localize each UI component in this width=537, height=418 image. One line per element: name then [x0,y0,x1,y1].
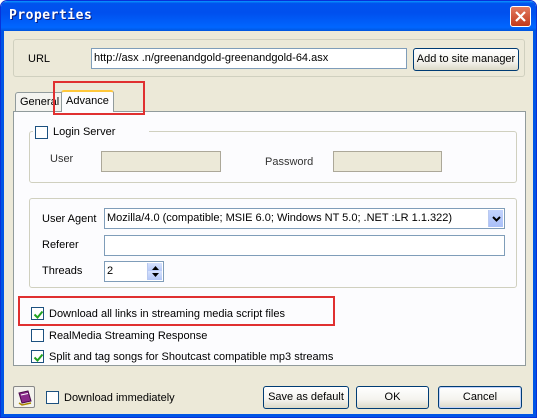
realmedia-streaming-checkbox[interactable] [31,329,44,342]
user-agent-combobox[interactable]: Mozilla/4.0 (compatible; MSIE 6.0; Windo… [104,208,505,229]
close-icon [515,11,526,22]
login-server-label: Login Server [53,126,116,138]
user-agent-value: Mozilla/4.0 (compatible; MSIE 6.0; Windo… [107,212,453,224]
save-as-default-button[interactable]: Save as default [263,386,349,409]
tab-advance-label: Advance [66,95,109,107]
threads-spinner[interactable]: 2 [104,261,164,282]
download-all-links-checkbox[interactable] [31,307,44,320]
tab-general[interactable]: General [15,92,65,112]
title-bar[interactable]: Properties [1,1,536,31]
user-agent-label: User Agent [42,213,97,225]
threads-label: Threads [42,265,83,277]
login-server-checkbox[interactable] [35,126,48,139]
download-immediately-label: Download immediately [64,392,175,404]
spin-down-button[interactable] [147,271,162,280]
threads-value: 2 [107,265,114,277]
tab-advance[interactable]: Advance [61,90,114,112]
window-frame-bottom [1,414,536,417]
split-tag-songs-label: Split and tag songs for Shoutcast compat… [49,351,334,363]
window-title: Properties [9,8,93,23]
user-input[interactable] [101,151,221,172]
realmedia-streaming-label: RealMedia Streaming Response [49,330,208,342]
window-frame-right [533,31,536,417]
password-input[interactable] [333,151,442,172]
properties-dialog: Properties URL http://asx .n/greenandgol… [0,0,537,418]
password-label: Password [265,156,314,168]
referer-input[interactable] [104,235,505,256]
checkmark-icon [33,353,44,362]
window-frame-left [1,31,4,417]
url-input[interactable]: http://asx .n/greenandgold-greenandgold-… [91,48,407,69]
checkmark-icon [33,310,44,319]
split-tag-songs-checkbox[interactable] [31,350,44,363]
arrow-down-icon [152,273,159,277]
referer-label: Referer [42,239,79,251]
ok-button[interactable]: OK [356,386,429,409]
user-label: User [50,153,74,165]
book-icon[interactable] [13,386,35,408]
download-all-links-label: Download all links in streaming media sc… [49,308,285,320]
close-button[interactable] [510,6,531,27]
download-immediately-checkbox[interactable] [46,391,59,404]
cancel-button[interactable]: Cancel [438,386,522,409]
url-label: URL [28,53,51,65]
add-to-site-manager-button[interactable]: Add to site manager [413,48,519,71]
dropdown-arrow-button[interactable] [488,210,503,227]
tab-general-label: General [20,96,60,108]
chevron-down-icon [492,216,501,222]
